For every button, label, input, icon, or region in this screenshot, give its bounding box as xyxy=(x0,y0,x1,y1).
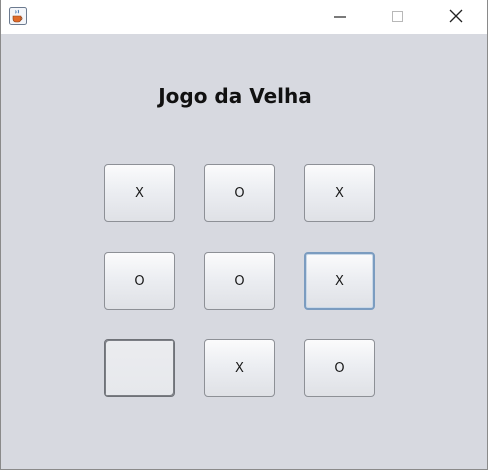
board-cell-2-1[interactable]: X xyxy=(204,339,275,397)
board-cell-2-0[interactable] xyxy=(104,339,175,397)
board-cell-2-2[interactable]: O xyxy=(304,339,375,397)
title-bar xyxy=(1,0,487,34)
minimize-button[interactable] xyxy=(317,0,363,34)
close-button[interactable] xyxy=(433,0,479,34)
game-panel: Jogo da Velha X O X O O X X O xyxy=(1,34,487,469)
board-cell-0-1[interactable]: O xyxy=(204,164,275,222)
maximize-button[interactable] xyxy=(375,0,421,34)
board-cell-1-1[interactable]: O xyxy=(204,252,275,310)
board-cell-1-2[interactable]: X xyxy=(304,252,375,310)
maximize-icon xyxy=(392,8,404,27)
board-cell-1-0[interactable]: O xyxy=(104,252,175,310)
close-icon xyxy=(449,8,463,27)
board-cell-0-0[interactable]: X xyxy=(104,164,175,222)
game-title: Jogo da Velha xyxy=(158,84,312,108)
app-window: Jogo da Velha X O X O O X X O xyxy=(0,0,488,470)
java-cup-icon[interactable] xyxy=(9,7,27,25)
board-cell-0-2[interactable]: X xyxy=(304,164,375,222)
minimize-icon xyxy=(334,8,346,27)
